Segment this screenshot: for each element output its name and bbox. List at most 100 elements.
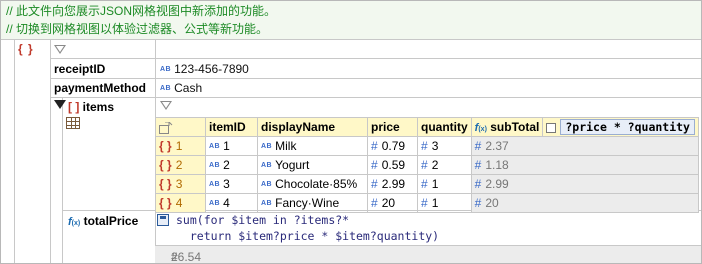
receiptid-text: 123-456-7890 [174,62,249,76]
cell-text: 0.59 [381,158,406,172]
subtotal-header-text: subTotal [490,120,540,134]
number-type-icon: # [421,177,428,191]
cell-text: 2.99 [381,177,406,191]
number-type-icon: # [371,139,378,153]
cell-subtotal: #2.37 [470,136,699,156]
row-header[interactable]: { } 4 [155,193,206,213]
paymentmethod-key: paymentMethod [54,81,147,95]
cell-price[interactable]: #0.79 [367,136,418,156]
column-header-quantity[interactable]: quantity [417,117,472,137]
table-row: { } 3 AB 3 AB Chocolate·85% #2.99 #1 #2.99 [155,174,699,194]
formula-code-line-1[interactable]: sum(for $item in ?items?* [176,213,349,227]
number-type-icon: # [474,177,482,191]
cell-text: 2 [223,158,230,172]
root-filter-icon[interactable] [54,45,66,54]
cell-price[interactable]: #20 [367,193,418,213]
number-type-icon: # [421,158,428,172]
row-index: 1 [175,139,183,153]
cell-price[interactable]: #2.99 [367,174,418,194]
comment-line-2: // 切换到网格视图以体验过滤器、公式等新功能。 [6,22,269,36]
items-filter-icon[interactable] [160,101,172,110]
cell-text: 2.37 [485,139,509,153]
cell-itemid[interactable]: AB 4 [205,193,258,213]
string-type-icon: AB [160,85,172,93]
sort-header-cell[interactable] [155,117,206,137]
number-type-icon: # [474,139,482,153]
formula-edit-icon[interactable] [157,214,169,226]
result-text: 26.54 [171,250,202,264]
string-type-icon: AB [209,143,221,151]
table-row: { } 2 AB 2 AB Yogurt #0.59 #2 #1.18 [155,155,699,175]
table-row: { } 1 AB 1 AB Milk #0.79 #3 #2.37 [155,136,699,156]
row-header[interactable]: { } 1 [155,136,206,156]
divider [50,58,701,59]
cell-text: 2.99 [485,177,509,191]
cell-text: Milk [275,139,297,153]
cell-text: 3 [223,177,230,191]
number-type-icon: # [371,196,378,210]
items-key-text: items [82,100,115,114]
cell-text: Yogurt [275,158,310,172]
formula-header-cell[interactable]: ?price * ?quantity [542,117,699,137]
formula-result-row: #26.54 [155,245,701,264]
receiptid-key: receiptID [54,62,106,76]
number-type-icon: # [474,158,482,172]
items-table: itemID displayName price quantity f(x) s… [155,117,699,213]
cell-price[interactable]: #0.59 [367,155,418,175]
cell-text: 1 [223,139,230,153]
formula-text[interactable]: ?price * ?quantity [560,119,695,135]
cell-text: Fancy·Wine [275,196,340,210]
cell-quantity[interactable]: #1 [417,193,472,213]
totalprice-key-text: totalPrice [83,214,139,228]
string-type-icon: AB [261,200,273,208]
column-header-price[interactable]: price [367,117,418,137]
column-header-displayname[interactable]: displayName [257,117,368,137]
number-type-icon: # [371,177,378,191]
cell-itemid[interactable]: AB 1 [205,136,258,156]
string-type-icon: AB [261,143,273,151]
cell-text: Chocolate·85% [275,177,358,191]
column-header-subtotal[interactable]: f(x) subTotal [470,117,544,137]
cell-subtotal: #1.18 [470,155,699,175]
paymentmethod-text: Cash [174,81,203,95]
paymentmethod-value[interactable]: AB Cash [160,81,202,95]
formula-checkbox[interactable] [546,122,557,133]
root-object-icon[interactable]: { } [18,42,34,56]
receiptid-value[interactable]: AB 123-456-7890 [160,62,249,76]
cell-displayname[interactable]: AB Chocolate·85% [257,174,368,194]
cell-subtotal: #2.99 [470,174,699,194]
number-type-icon: # [421,196,428,210]
cell-text: 1 [431,177,439,191]
table-view-icon[interactable] [66,117,80,129]
sort-icon[interactable] [159,121,173,134]
divider [50,39,51,263]
row-header[interactable]: { } 2 [155,155,206,175]
cell-displayname[interactable]: AB Fancy·Wine [257,193,368,213]
cell-displayname[interactable]: AB Milk [257,136,368,156]
cell-quantity[interactable]: #1 [417,174,472,194]
cell-displayname[interactable]: AB Yogurt [257,155,368,175]
formula-icon: f(x) [474,122,487,134]
row-header[interactable]: { } 3 [155,174,206,194]
string-type-icon: AB [261,181,273,189]
number-type-icon: # [371,158,378,172]
string-type-icon: AB [209,200,221,208]
number-type-icon: # [474,196,482,210]
divider [1,39,701,40]
divider [62,97,63,263]
cell-quantity[interactable]: #2 [417,155,472,175]
items-collapse-icon[interactable] [54,100,66,109]
cell-itemid[interactable]: AB 2 [205,155,258,175]
column-header-itemid[interactable]: itemID [205,117,258,137]
string-type-icon: AB [261,162,273,170]
cell-text: 3 [431,139,439,153]
cell-text: 2 [431,158,439,172]
formula-icon: f(x) [68,216,81,228]
row-index: 2 [175,158,183,172]
array-icon: [ ] [68,100,80,114]
formula-code-line-2[interactable]: return $item?price * $item?quantity) [176,229,439,243]
cell-quantity[interactable]: #3 [417,136,472,156]
cell-itemid[interactable]: AB 3 [205,174,258,194]
cell-text: 20 [485,196,499,210]
totalprice-key: f(x) totalPrice [68,214,138,228]
